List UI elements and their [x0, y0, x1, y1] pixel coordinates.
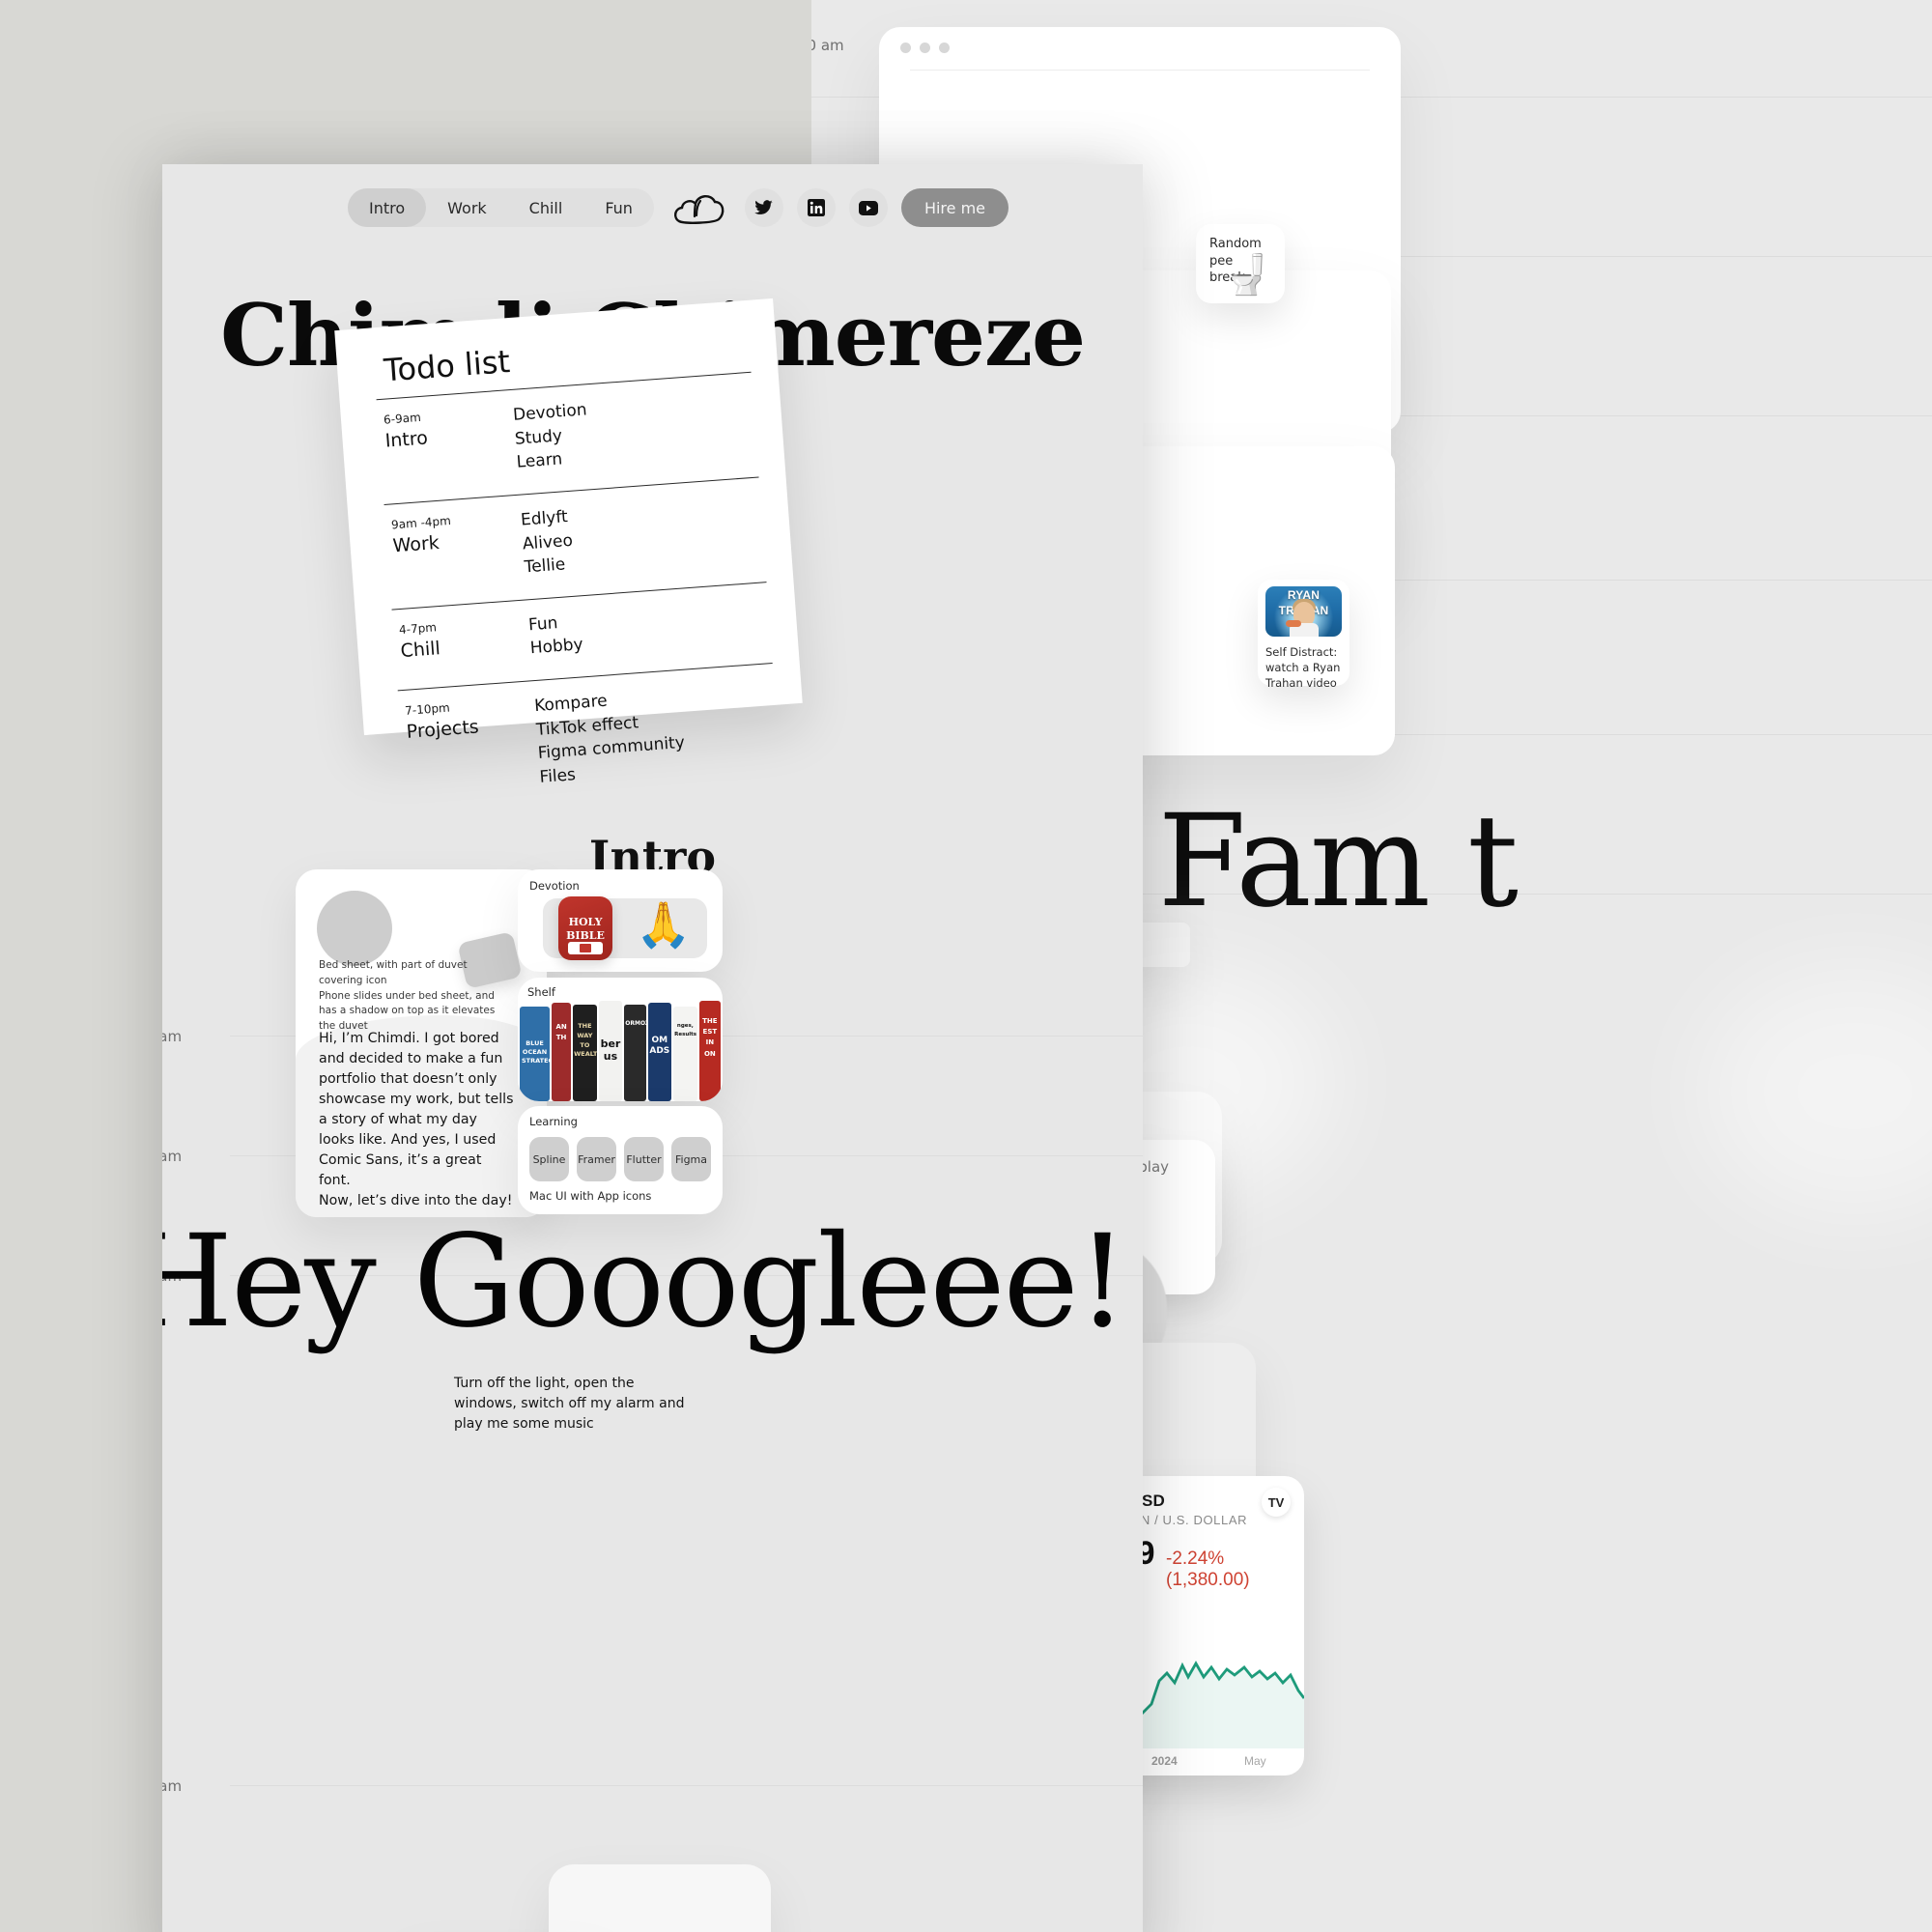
nav-link-chill[interactable]: Chill [508, 188, 584, 227]
window-traffic-lights[interactable] [900, 43, 950, 53]
devotion-card: Devotion HOLY BIBLE 🙏 [518, 869, 723, 972]
todo-items: Edlyft Aliveo Tellie [520, 507, 574, 578]
window-divider [910, 70, 1370, 71]
learning-card: Learning Spline Framer Flutter Figma Mac… [518, 1106, 723, 1214]
sticker-ryan-trahan[interactable]: RYAN TRAHAN Self Distract: watch a Ryan … [1258, 580, 1350, 690]
holy-bible-app-icon[interactable]: HOLY BIBLE [558, 896, 612, 960]
stock-change: -2.24% (1,380.00) [1166, 1548, 1250, 1590]
google-subtext: Turn off the light, open the windows, sw… [454, 1376, 685, 1432]
app-icon-figma[interactable]: Figma [671, 1137, 711, 1181]
app-icon-spline[interactable]: Spline [529, 1137, 569, 1181]
bed-annotation: Bed sheet, with part of duvet covering i… [319, 959, 496, 1032]
intro-bed-card: Bed sheet, with part of duvet covering i… [296, 869, 547, 1217]
shelf-books-row: BLUE OCEAN STRATEGY AN TH THE WAY TO WEA… [518, 1001, 723, 1101]
nav-link-work[interactable]: Work [426, 188, 508, 227]
main-portfolio-page: Intro Work Chill Fun Hire me Chimereze T… [162, 164, 1143, 1932]
todo-section: 4-7pm Chill Fun Hobby [392, 582, 772, 681]
google-headline: Hey Gooogleee! [162, 1208, 1128, 1356]
book-spine: OM ADS [647, 1003, 672, 1101]
shelf-label: Shelf [527, 985, 555, 999]
bible-line-1: HOLY [568, 915, 603, 928]
sticker-label: Self Distract: watch a Ryan Trahan video [1265, 645, 1341, 691]
todo-category: Projects [406, 716, 480, 743]
todo-items: Kompare TikTok effect Figma community Fi… [533, 691, 686, 787]
pillow-shape [317, 891, 392, 966]
nav-link-intro[interactable]: Intro [348, 188, 427, 227]
stock-axis-label: May [1244, 1754, 1266, 1768]
screenshot-root: Work 10 am Edlyft Aliveo Kompare Random … [0, 0, 1932, 1932]
todo-list-card: Todo list 6-9am Intro Devotion Study Lea… [334, 298, 803, 787]
todo-items: Fun Hobby [527, 612, 584, 659]
todo-items: Devotion Study Learn [512, 400, 588, 473]
window-titlebar [879, 27, 1401, 68]
bible-line-2: BIBLE [566, 928, 605, 942]
app-icon-framer[interactable]: Framer [577, 1137, 616, 1181]
nav-link-fun[interactable]: Fun [583, 188, 654, 227]
time-marker-6am: 6 am [162, 1028, 183, 1045]
sticker-random-pee-break[interactable]: Random pee break 🚽 [1196, 224, 1285, 303]
devotion-label: Devotion [529, 879, 580, 893]
todo-section: 6-9am Intro Devotion Study Learn [377, 373, 758, 495]
book-spine: nges, Results [673, 1007, 697, 1101]
todo-category: Intro [384, 427, 429, 452]
stock-axis-label: 2024 [1151, 1754, 1178, 1768]
tradingview-badge: TV [1262, 1488, 1291, 1517]
book-spine: THE WAY TO WEALTH [573, 1005, 597, 1101]
cloud-logo-icon[interactable] [668, 188, 731, 227]
app-icon-flutter[interactable]: Flutter [624, 1137, 664, 1181]
twitter-icon[interactable] [744, 188, 783, 227]
todo-section: 9am -4pm Work Edlyft Aliveo Tellie [384, 477, 766, 599]
timeline-rule [230, 1785, 1143, 1786]
book-spine: ORMOZI [624, 1005, 646, 1101]
ryan-trahan-thumbnail: RYAN TRAHAN [1265, 586, 1342, 637]
todo-category: Chill [399, 637, 441, 662]
todo-category: Work [391, 531, 440, 557]
time-marker-9am: 9 am [162, 1777, 183, 1795]
bg-time-marker: 10 am [811, 37, 844, 54]
time-marker-7am: 7 am [162, 1148, 183, 1165]
shelf-card: Shelf BLUE OCEAN STRATEGY AN TH THE WAY … [518, 978, 723, 1101]
intro-paragraph: Hi, I’m Chimdi. I got bored and decided … [319, 1031, 514, 1209]
toilet-icon: 🚽 [1223, 253, 1271, 298]
nav-pill-group: Intro Work Chill Fun [348, 188, 654, 227]
learning-apps-row: Spline Framer Flutter Figma [529, 1137, 711, 1181]
book-spine: ber us [598, 1001, 623, 1101]
book-spine: BLUE OCEAN STRATEGY [520, 1007, 551, 1101]
thumb-prop [1285, 620, 1301, 627]
praying-hands-icon: 🙏 [636, 898, 692, 951]
top-navigation: Intro Work Chill Fun Hire me [162, 185, 1143, 230]
ghost-card [549, 1864, 771, 1932]
book-spine: AN TH [552, 1003, 572, 1101]
learning-caption: Mac UI with App icons [529, 1189, 652, 1203]
linkedin-icon[interactable] [796, 188, 836, 227]
youtube-icon[interactable] [848, 188, 888, 227]
learning-label: Learning [529, 1115, 578, 1128]
bible-bookmark [580, 944, 591, 952]
book-spine: THE EST IN ON [698, 1001, 721, 1101]
hire-me-button[interactable]: Hire me [900, 188, 1009, 227]
